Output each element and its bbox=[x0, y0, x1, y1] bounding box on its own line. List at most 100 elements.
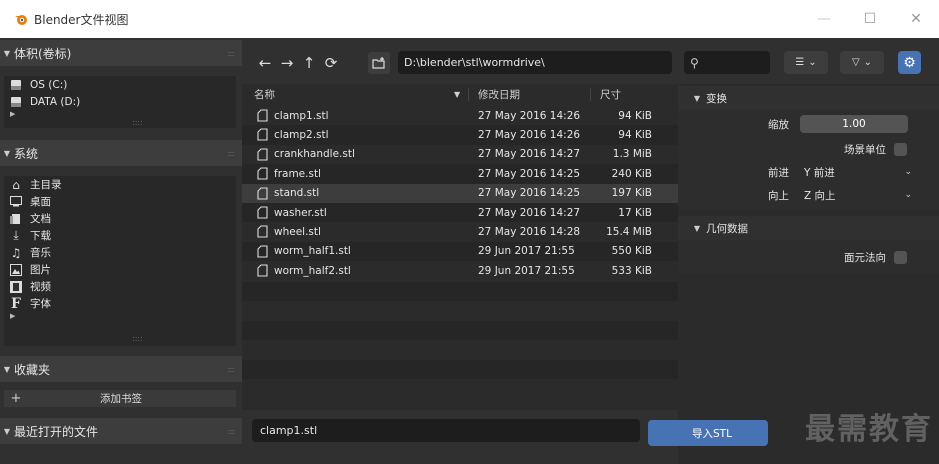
table-row[interactable]: stand.stl 27 May 2016 14:25 197 KiB bbox=[242, 183, 678, 203]
face-normals-checkbox[interactable] bbox=[894, 251, 907, 264]
file-size: 17 KiB bbox=[618, 206, 652, 219]
directory-path-input[interactable]: D:\blender\stl\wormdrive\ bbox=[398, 51, 672, 74]
expand-triangle-icon[interactable]: ▶ bbox=[4, 110, 236, 121]
table-row[interactable]: worm_half2.stl 29 Jun 2017 21:55 533 KiB bbox=[242, 261, 678, 281]
volumes-header[interactable]: ▼ 体积(卷标) :::: bbox=[0, 40, 242, 66]
sidebar-item-videos[interactable]: 视频 bbox=[4, 278, 236, 295]
back-arrow-icon[interactable]: ← bbox=[254, 52, 276, 74]
refresh-icon[interactable]: ⟳ bbox=[320, 52, 342, 74]
sidebar-item-documents[interactable]: 文档 bbox=[4, 210, 236, 227]
forward-label: 前进 bbox=[768, 167, 789, 179]
collapse-triangle-icon: ▼ bbox=[693, 93, 700, 103]
forward-arrow-icon[interactable]: → bbox=[276, 52, 298, 74]
settings-gear-icon[interactable]: ⚙ bbox=[898, 51, 921, 74]
sidebar-item-label: 桌面 bbox=[30, 196, 51, 208]
column-divider[interactable] bbox=[590, 88, 591, 101]
filename-bar: clamp1.stl bbox=[242, 410, 678, 464]
sidebar-item-downloads[interactable]: ⤓ 下载 bbox=[4, 227, 236, 244]
expand-triangle-icon[interactable]: ▶ bbox=[4, 312, 236, 323]
filename-input[interactable]: clamp1.stl bbox=[252, 419, 640, 442]
sidebar-item-data-d[interactable]: DATA (D:) bbox=[4, 93, 236, 110]
file-size: 94 KiB bbox=[618, 129, 652, 142]
table-row[interactable]: crankhandle.stl 27 May 2016 14:27 1.3 Mi… bbox=[242, 144, 678, 165]
file-icon bbox=[257, 206, 268, 219]
chevron-down-icon: ⌄ bbox=[808, 57, 817, 68]
file-size: 15.4 MiB bbox=[606, 226, 652, 239]
scene-unit-checkbox[interactable] bbox=[894, 143, 907, 156]
grip-icon[interactable]: :::: bbox=[227, 149, 235, 158]
file-icon bbox=[257, 167, 268, 180]
table-row[interactable]: worm_half1.stl 29 Jun 2017 21:55 550 KiB bbox=[242, 241, 678, 262]
import-stl-button[interactable]: 导入STL bbox=[648, 420, 768, 446]
new-folder-icon[interactable] bbox=[368, 52, 390, 74]
sidebar-item-label: 图片 bbox=[30, 264, 51, 276]
search-input[interactable]: ⚲ bbox=[684, 51, 770, 74]
file-name: clamp1.stl bbox=[274, 109, 329, 122]
recent-header[interactable]: ▼ 最近打开的文件 :::: bbox=[0, 418, 242, 444]
add-bookmark-button[interactable]: + 添加书签 bbox=[4, 390, 236, 407]
column-size-header[interactable]: 尺寸 bbox=[600, 87, 621, 102]
sort-descending-icon[interactable]: ▼ bbox=[454, 90, 460, 99]
sidebar-item-label: 字体 bbox=[30, 298, 51, 310]
volumes-header-label: 体积(卷标) bbox=[14, 46, 72, 61]
forward-select[interactable]: Y 前进 ⌄ bbox=[800, 163, 912, 181]
sidebar-item-home[interactable]: ⌂ 主目录 bbox=[4, 176, 236, 193]
file-date: 29 Jun 2017 21:55 bbox=[478, 264, 575, 277]
table-row[interactable]: clamp2.stl 27 May 2016 14:26 94 KiB bbox=[242, 125, 678, 145]
column-date-header[interactable]: 修改日期 bbox=[478, 87, 520, 102]
sidebar-item-fonts[interactable]: F 字体 bbox=[4, 295, 236, 312]
maximize-icon[interactable]: ☐ bbox=[847, 0, 893, 38]
file-browser: ▼ 体积(卷标) :::: OS (C:) DATA (D:) ▶ :::: ▼ bbox=[0, 38, 939, 464]
filter-dropdown[interactable]: ▽ ⌄ bbox=[840, 51, 884, 74]
title-bar: Blender文件视图 — ☐ ✕ bbox=[0, 0, 939, 38]
sidebar-item-pictures[interactable]: 图片 bbox=[4, 261, 236, 278]
file-list: clamp1.stl 27 May 2016 14:26 94 KiB clam… bbox=[242, 106, 678, 281]
table-row[interactable]: frame.stl 27 May 2016 14:25 240 KiB bbox=[242, 164, 678, 184]
music-icon: ♫ bbox=[10, 245, 22, 260]
table-row[interactable]: wheel.stl 27 May 2016 14:28 15.4 MiB bbox=[242, 222, 678, 242]
column-divider[interactable] bbox=[468, 88, 469, 101]
column-name-header[interactable]: 名称 bbox=[254, 87, 275, 102]
sidebar-item-desktop[interactable]: 桌面 bbox=[4, 193, 236, 210]
resize-grip-icon[interactable]: :::: bbox=[132, 118, 143, 127]
sidebar-item-label: 下载 bbox=[30, 230, 51, 242]
bookmarks-header-label: 收藏夹 bbox=[14, 362, 51, 377]
grip-icon[interactable]: :::: bbox=[227, 365, 235, 374]
up-label: 向上 bbox=[768, 190, 789, 202]
table-row[interactable]: washer.stl 27 May 2016 14:27 17 KiB bbox=[242, 202, 678, 223]
options-toolbar: ⚲ ☰ ⌄ ▽ ⌄ ⚙ bbox=[678, 38, 939, 84]
scale-field[interactable]: 1.00 bbox=[800, 115, 908, 133]
grip-icon[interactable]: :::: bbox=[227, 427, 235, 436]
sidebar-item-music[interactable]: ♫ 音乐 bbox=[4, 244, 236, 261]
table-row[interactable]: clamp1.stl 27 May 2016 14:26 94 KiB bbox=[242, 106, 678, 126]
scene-unit-row[interactable]: 场景单位 bbox=[844, 140, 907, 159]
bookmarks-header[interactable]: ▼ 收藏夹 :::: bbox=[0, 356, 242, 382]
file-date: 29 Jun 2017 21:55 bbox=[478, 245, 575, 258]
display-mode-dropdown[interactable]: ☰ ⌄ bbox=[784, 51, 828, 74]
collapse-triangle-icon: ▼ bbox=[693, 223, 700, 233]
transform-panel-header[interactable]: ▼ 变换 bbox=[678, 86, 939, 110]
file-icon bbox=[257, 187, 268, 200]
geometry-panel-header[interactable]: ▼ 几何数据 bbox=[678, 216, 939, 240]
minimize-icon[interactable]: — bbox=[801, 0, 847, 38]
file-date: 27 May 2016 14:25 bbox=[478, 187, 581, 200]
sidebar-item-os-c[interactable]: OS (C:) bbox=[4, 76, 236, 93]
up-select[interactable]: Z 向上 ⌄ bbox=[800, 186, 912, 204]
options-panel: ⚲ ☰⌄ ▽⌄ ⚙ ▼ 变换 缩放 1.00 场景单位 前进 Y 前进 ⌄ bbox=[648, 38, 939, 464]
close-icon[interactable]: ✕ bbox=[893, 0, 939, 38]
system-header[interactable]: ▼ 系统 :::: bbox=[0, 140, 242, 166]
grip-icon[interactable]: :::: bbox=[227, 49, 235, 58]
file-icon bbox=[257, 225, 268, 238]
resize-grip-icon[interactable]: :::: bbox=[132, 334, 143, 343]
watermark: 最需教育 bbox=[805, 412, 933, 447]
file-icon bbox=[257, 148, 268, 161]
file-size: 240 KiB bbox=[611, 167, 652, 180]
parent-directory-icon[interactable]: ↑ bbox=[298, 52, 320, 74]
forward-value: Y 前进 bbox=[804, 166, 835, 179]
file-name: clamp2.stl bbox=[274, 129, 329, 142]
file-icon bbox=[257, 264, 268, 277]
face-normals-row[interactable]: 面元法向 bbox=[844, 248, 907, 267]
search-icon: ⚲ bbox=[690, 55, 699, 70]
collapse-triangle-icon: ▼ bbox=[3, 48, 11, 58]
documents-icon bbox=[8, 212, 24, 226]
